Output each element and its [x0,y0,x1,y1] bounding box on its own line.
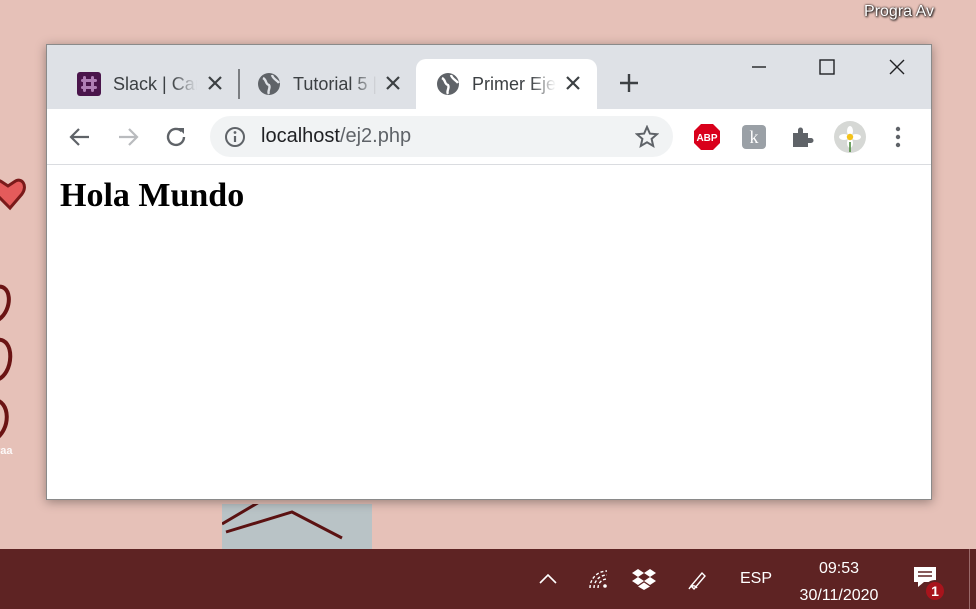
tab-primer-ejemplo[interactable]: Primer Ejemplo [416,59,597,109]
close-tab-icon[interactable] [205,73,225,93]
close-tab-icon[interactable] [383,73,403,93]
tab-title: Slack | Canal [113,73,197,94]
page-content: Hola Mundo [47,165,931,499]
back-arrow-icon[interactable] [65,122,95,152]
action-center-icon[interactable]: 1 [912,565,952,603]
wifi-icon[interactable] [586,567,610,591]
desktop-shortcut-label[interactable]: Progra Av [864,3,934,21]
tab-slack[interactable]: Slack | Canal [47,59,239,109]
maximize-icon[interactable] [807,53,847,81]
taskbar: ESP 09:53 30/11/2020 1 [0,549,976,609]
show-desktop-button[interactable] [969,549,976,609]
address-bar[interactable]: localhost/ej2.php [210,116,673,157]
window-close-icon[interactable] [877,53,917,81]
globe-icon [257,72,281,96]
url-path: /ej2.php [339,125,412,147]
abp-label: ABP [696,133,717,144]
extensions-puzzle-icon[interactable] [787,122,817,152]
site-info-icon[interactable] [224,126,246,148]
clock-date: 30/11/2020 [799,587,879,604]
browser-toolbar: localhost/ej2.php ABP k [47,109,931,165]
forward-arrow-icon[interactable] [113,122,143,152]
wallpaper-doodle [0,284,13,438]
reload-icon[interactable] [161,122,191,152]
browser-window: Slack | Canal Tutorial 5 | [46,44,932,500]
wallpaper-card [222,498,372,550]
notification-badge: 1 [924,580,946,602]
language-indicator[interactable]: ESP [740,570,772,588]
globe-icon [436,72,460,96]
url-host: localhost [261,125,340,147]
tab-tutorial[interactable]: Tutorial 5 | [227,59,417,109]
clock[interactable]: 09:53 30/11/2020 [790,555,888,609]
kami-label: k [750,127,759,147]
new-tab-plus-icon[interactable] [617,71,641,95]
tab-strip: Slack | Canal Tutorial 5 | [47,45,931,109]
bookmark-star-icon[interactable] [635,125,659,149]
profile-avatar[interactable] [833,120,867,154]
pen-icon[interactable] [686,567,710,591]
url-text: localhost/ej2.php [261,125,411,148]
wallpaper-text: raa [0,445,13,457]
adblock-plus-icon[interactable]: ABP [692,122,722,152]
chevron-up-icon[interactable] [536,567,560,591]
tab-title: Primer Ejemplo [472,73,556,94]
clock-time: 09:53 [818,560,860,577]
slack-icon [77,72,101,96]
kami-icon[interactable]: k [739,122,769,152]
menu-kebab-icon[interactable] [883,122,913,152]
page-heading: Hola Mundo [60,177,245,214]
tab-title: Tutorial 5 | [293,73,377,94]
minimize-icon[interactable] [739,53,779,81]
wallpaper-heart [0,178,26,211]
close-tab-icon[interactable] [563,73,583,93]
dropbox-icon[interactable] [632,567,656,591]
